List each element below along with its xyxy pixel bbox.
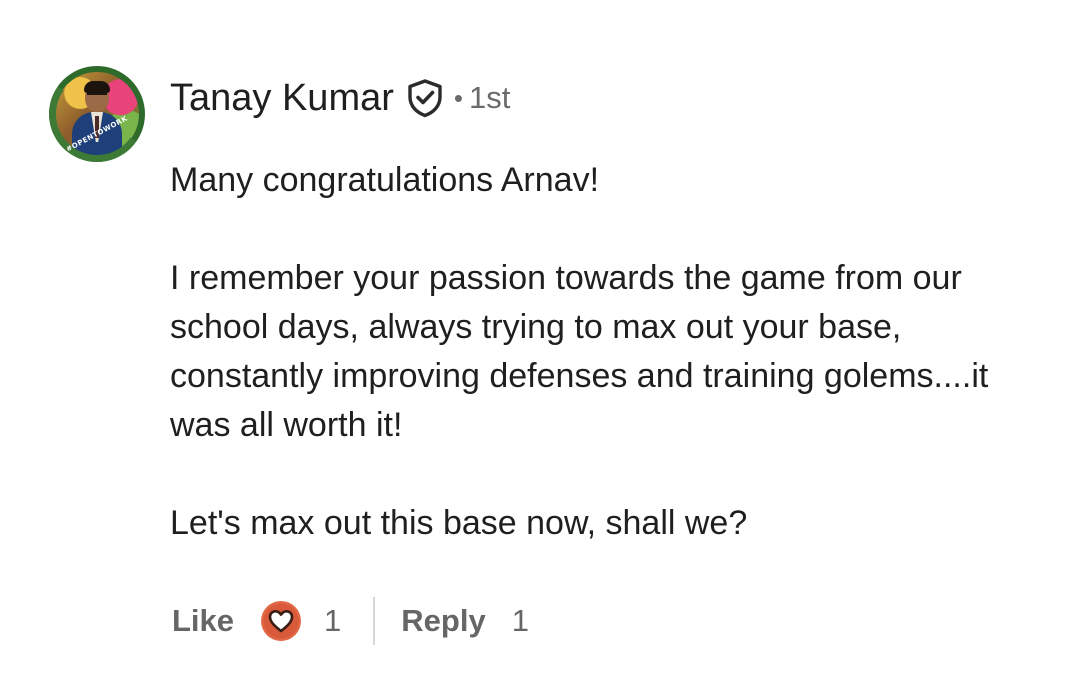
comment-actions: Like 1 Reply 1 <box>172 596 529 646</box>
shield-check-icon <box>406 78 444 118</box>
heart-reaction-icon[interactable] <box>260 600 302 642</box>
comment-header: Tanay Kumar • 1st <box>170 74 510 122</box>
action-divider <box>373 597 376 645</box>
comment-paragraph: I remember your passion towards the game… <box>170 259 989 444</box>
like-count[interactable]: 1 <box>324 603 341 639</box>
separator-dot: • <box>453 82 463 113</box>
comment-body: Many congratulations Arnav! I remember y… <box>170 156 1050 548</box>
reply-count[interactable]: 1 <box>512 603 529 639</box>
comment-paragraph: Let's max out this base now, shall we? <box>170 504 748 542</box>
comment: #OPENTOWORK Tanay Kumar • 1st Many congr… <box>0 0 1080 678</box>
reply-button[interactable]: Reply <box>401 603 485 639</box>
avatar[interactable]: #OPENTOWORK <box>49 66 145 162</box>
like-button[interactable]: Like <box>172 603 234 639</box>
connection-degree: 1st <box>469 80 511 115</box>
author-name[interactable]: Tanay Kumar <box>170 77 394 120</box>
comment-paragraph: Many congratulations Arnav! <box>170 161 600 199</box>
